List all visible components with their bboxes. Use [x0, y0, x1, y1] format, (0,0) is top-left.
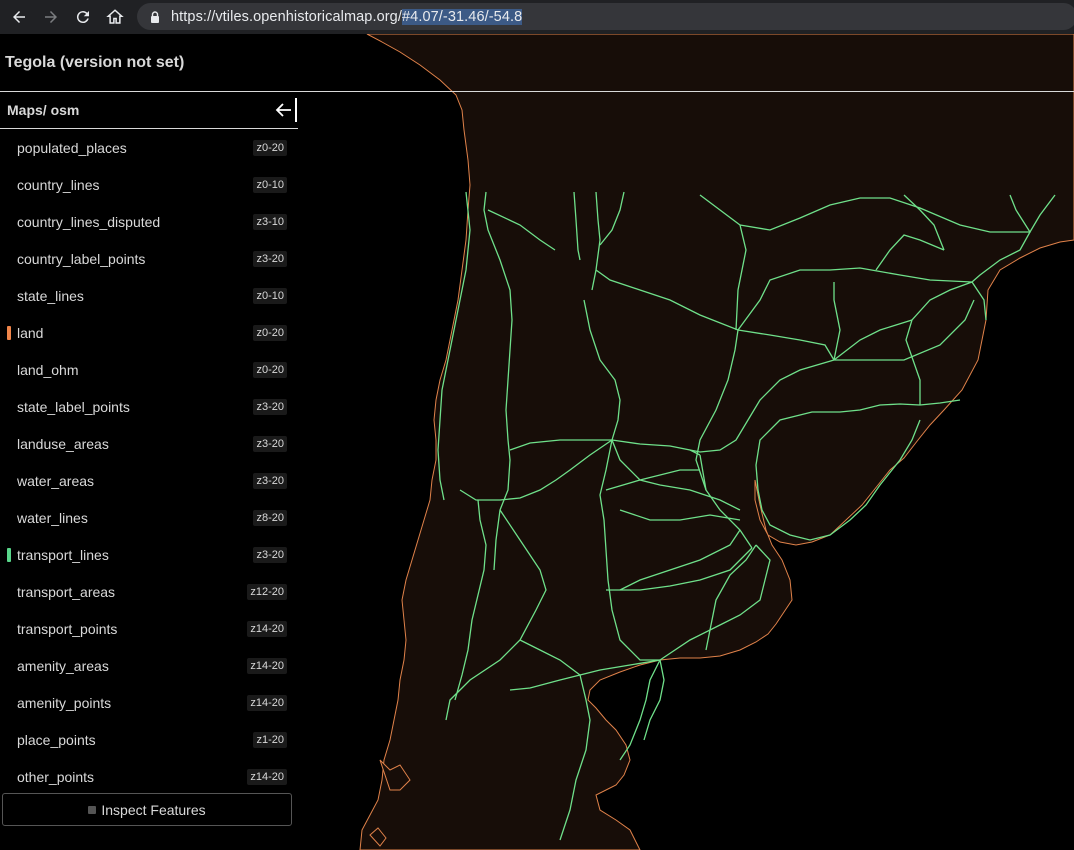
back-arrow-icon[interactable]	[4, 2, 34, 32]
sidebar-header: Maps/ osm	[0, 92, 298, 129]
layers-sidebar: Maps/ osm populated_places z0-20 country_l…	[0, 92, 298, 850]
app-title: Tegola (version not set)	[5, 54, 185, 71]
layer-name: land_ohm	[17, 361, 79, 378]
layer-name: transport_lines	[17, 546, 109, 563]
layer-name: country_lines_disputed	[17, 213, 161, 230]
arrow-left-icon	[275, 103, 291, 117]
layer-item-country-lines[interactable]: country_lines z0-10	[0, 166, 298, 203]
layer-name: populated_places	[17, 139, 127, 156]
address-bar[interactable]: https://vtiles.openhistoricalmap.org/#4.…	[137, 3, 1074, 30]
layer-name: place_points	[17, 731, 96, 748]
layer-name: water_lines	[17, 509, 88, 526]
layer-zoom-badge: z0-20	[253, 362, 287, 378]
layer-zoom-badge: z0-20	[253, 140, 287, 156]
lock-icon	[151, 10, 159, 23]
layer-zoom-badge: z0-10	[253, 288, 287, 304]
forward-arrow-icon[interactable]	[36, 2, 66, 32]
collapse-sidebar-button[interactable]	[273, 98, 297, 122]
layer-item-transport-points[interactable]: transport_points z14-20	[0, 610, 298, 647]
layer-item-state-label-points[interactable]: state_label_points z3-20	[0, 388, 298, 425]
layer-color-swatch	[7, 548, 11, 562]
url-base: https://vtiles.openhistoricalmap.org/	[171, 8, 402, 25]
layer-item-country-lines-disputed[interactable]: country_lines_disputed z3-10	[0, 203, 298, 240]
layer-item-land-ohm[interactable]: land_ohm z0-20	[0, 351, 298, 388]
layer-zoom-badge: z8-20	[253, 510, 287, 526]
layer-item-state-lines[interactable]: state_lines z0-10	[0, 277, 298, 314]
browser-toolbar: https://vtiles.openhistoricalmap.org/#4.…	[0, 0, 1074, 34]
layer-color-swatch	[7, 326, 11, 340]
layer-zoom-badge: z14-20	[247, 695, 287, 711]
layer-item-landuse-areas[interactable]: landuse_areas z3-20	[0, 425, 298, 462]
layer-zoom-badge: z0-10	[253, 177, 287, 193]
layer-zoom-badge: z14-20	[247, 621, 287, 637]
layer-item-other-points[interactable]: other_points z14-20	[0, 758, 298, 795]
inspect-features-button[interactable]: Inspect Features	[2, 793, 292, 826]
home-icon[interactable]	[100, 2, 130, 32]
inspect-features-label: Inspect Features	[101, 801, 206, 818]
breadcrumb[interactable]: Maps/ osm	[7, 102, 79, 118]
layer-zoom-badge: z12-20	[247, 584, 287, 600]
layer-zoom-badge: z0-20	[253, 325, 287, 341]
layer-name: amenity_areas	[17, 657, 109, 674]
layer-item-transport-areas[interactable]: transport_areas z12-20	[0, 573, 298, 610]
url-hash: #4.07/-31.46/-54.8	[401, 8, 523, 25]
layer-name: water_areas	[17, 472, 95, 489]
layer-zoom-badge: z14-20	[247, 658, 287, 674]
land-polygon	[359, 34, 1074, 850]
layer-name: country_lines	[17, 176, 100, 193]
layer-zoom-badge: z3-20	[253, 436, 287, 452]
reload-icon[interactable]	[68, 2, 98, 32]
layer-zoom-badge: z3-20	[253, 547, 287, 563]
layer-name: amenity_points	[17, 694, 112, 711]
url-text: https://vtiles.openhistoricalmap.org/#4.…	[171, 8, 523, 25]
layer-name: state_lines	[17, 287, 84, 304]
layer-zoom-badge: z3-10	[253, 214, 287, 230]
layer-name: transport_points	[17, 620, 118, 637]
layer-list: populated_places z0-20 country_lines z0-10 c…	[0, 129, 298, 795]
layer-item-populated-places[interactable]: populated_places z0-20	[0, 129, 298, 166]
checkbox-icon	[88, 805, 97, 814]
layer-name: transport_areas	[17, 583, 116, 600]
layer-item-amenity-areas[interactable]: amenity_areas z14-20	[0, 647, 298, 684]
layer-zoom-badge: z3-20	[253, 473, 287, 489]
layer-zoom-badge: z3-20	[253, 399, 287, 415]
layer-name: landuse_areas	[17, 435, 109, 452]
app-header: Tegola (version not set)	[0, 34, 1074, 92]
layer-item-country-label-points[interactable]: country_label_points z3-20	[0, 240, 298, 277]
layer-zoom-badge: z3-20	[253, 251, 287, 267]
layer-item-water-lines[interactable]: water_lines z8-20	[0, 499, 298, 536]
layer-item-water-areas[interactable]: water_areas z3-20	[0, 462, 298, 499]
layer-name: country_label_points	[17, 250, 146, 267]
layer-item-amenity-points[interactable]: amenity_points z14-20	[0, 684, 298, 721]
layer-item-transport-lines[interactable]: transport_lines z3-20	[0, 536, 298, 573]
layer-zoom-badge: z14-20	[247, 769, 287, 785]
layer-name: other_points	[17, 768, 95, 785]
layer-zoom-badge: z1-20	[253, 732, 287, 748]
layer-item-place-points[interactable]: place_points z1-20	[0, 721, 298, 758]
layer-item-land[interactable]: land z0-20	[0, 314, 298, 351]
layer-name: land	[17, 324, 44, 341]
layer-name: state_label_points	[17, 398, 130, 415]
